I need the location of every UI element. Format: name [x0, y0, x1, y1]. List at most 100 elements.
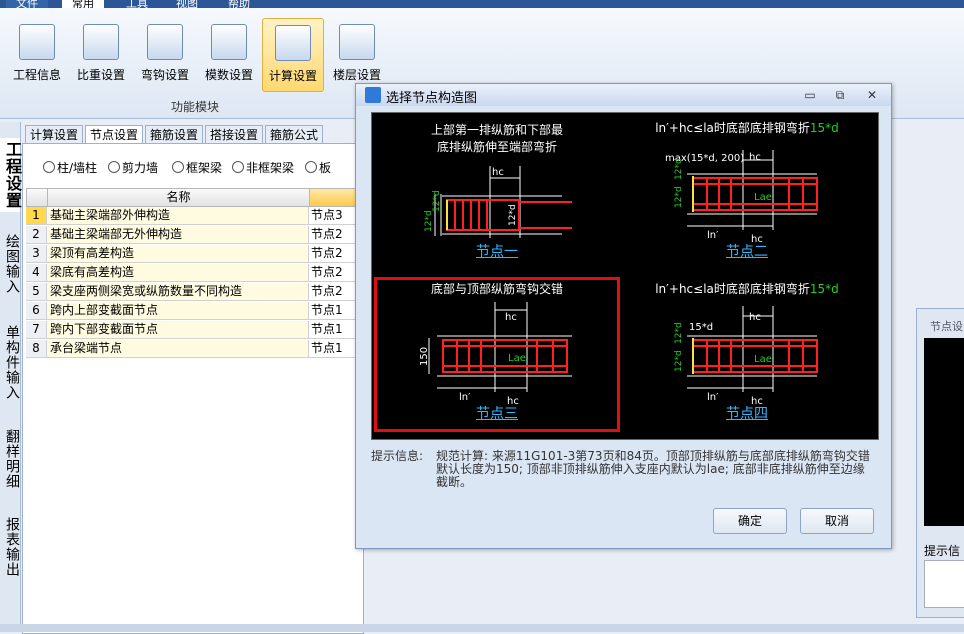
gravity-settings-button[interactable]: 比重设置 — [71, 18, 131, 90]
dim-hc: hc — [749, 152, 761, 163]
dim-lae: Lae — [508, 353, 526, 364]
node-label[interactable]: 节点二 — [627, 241, 867, 261]
row-index: 2 — [26, 226, 47, 244]
row-index: 3 — [26, 245, 47, 263]
radio-label: 框架梁 — [186, 161, 223, 175]
modulus-settings-label: 模数设置 — [204, 68, 253, 82]
select-node-dialog: 选择节点构造图 ▭ ⧉ ✕ 上部第一排纵筋和下部最 底排纵筋伸至端部弯折 hc … — [355, 83, 892, 549]
dim-ln: ln′ — [707, 230, 719, 241]
gravity-settings-label: 比重设置 — [76, 68, 125, 82]
ok-button[interactable]: 确定 — [713, 508, 787, 534]
tab-lap-settings[interactable]: 搭接设置 — [205, 125, 264, 145]
radio-column[interactable]: 柱/墙柱 — [43, 159, 97, 176]
radio-label: 柱/墙柱 — [57, 161, 98, 175]
dim-12d: 12*d — [674, 158, 684, 180]
side-tab-draw-input[interactable]: 绘图输入 — [0, 226, 20, 302]
minimize-icon[interactable]: ▭ — [802, 87, 818, 103]
dim-lae: Lae — [754, 354, 772, 365]
menu-tools[interactable]: 工具 — [116, 0, 158, 8]
node-preview-hint-box — [924, 560, 964, 608]
node-label[interactable]: 节点一 — [377, 241, 617, 261]
row-name: 梁顶有高差构造 — [47, 245, 309, 263]
header-name: 名称 — [47, 188, 310, 207]
cancel-button[interactable]: 取消 — [800, 508, 874, 534]
row-index: 5 — [26, 283, 47, 301]
project-info-button[interactable]: 工程信息 — [7, 18, 67, 90]
row-value[interactable]: 节点2 — [309, 264, 360, 282]
hint-text: 规范计算: 来源11G101-3第73页和84页。顶部顶排纵筋与底部底排纵筋弯钩… — [436, 449, 870, 489]
side-tab-project-settings[interactable]: 工程设置 — [0, 138, 22, 212]
menu-bar: 文件 常用 工具 视图 帮助 — [0, 0, 964, 8]
header-value — [309, 188, 361, 207]
side-tab-single-component-input[interactable]: 单构件输入 — [0, 316, 20, 408]
layers-icon — [339, 24, 375, 60]
node-label[interactable]: 节点四 — [627, 403, 867, 423]
side-tab-layout-detail[interactable]: 翻样明细 — [0, 422, 20, 496]
row-value[interactable]: 节点2 — [309, 245, 360, 263]
row-value[interactable]: 节点1 — [309, 302, 360, 320]
node-option-2[interactable]: ln′+hc≤la时底部底排钢弯折15*d max(15*d, 200) hc … — [624, 115, 870, 270]
radio-label: 剪力墙 — [122, 161, 159, 175]
row-value[interactable]: 节点2 — [309, 283, 360, 301]
menu-view[interactable]: 视图 — [166, 0, 208, 8]
app-icon — [365, 87, 381, 103]
radio-non-frame-beam[interactable]: 非框架梁 — [232, 159, 294, 176]
tab-calc-settings[interactable]: 计算设置 — [25, 125, 84, 145]
dim-12d: 12*d — [674, 322, 684, 344]
status-bar — [0, 624, 964, 632]
modulus-settings-button[interactable]: 模数设置 — [199, 18, 259, 90]
node-option-4[interactable]: ln′+hc≤la时底部底排钢弯折15*d 15*d hc Lae 12*d 1… — [624, 277, 870, 432]
row-index: 4 — [26, 264, 47, 282]
dim-ln: ln′ — [707, 392, 719, 403]
row-value[interactable]: 节点3 — [309, 207, 360, 225]
menu-file[interactable]: 文件 — [6, 0, 48, 8]
restore-icon[interactable]: ⧉ — [832, 87, 848, 103]
radio-circle — [232, 161, 244, 173]
project-info-icon — [19, 24, 55, 60]
node-label[interactable]: 节点三 — [377, 403, 617, 423]
dim-15d: 15*d — [689, 322, 713, 333]
node-preview-canvas — [924, 338, 964, 526]
calc-settings-label: 计算设置 — [268, 69, 317, 83]
close-icon[interactable]: ✕ — [864, 87, 880, 103]
menu-help[interactable]: 帮助 — [218, 0, 260, 8]
dim-hc: hc — [492, 167, 504, 178]
row-name: 基础主梁端部无外伸构造 — [47, 226, 309, 244]
hook-settings-button[interactable]: 弯钩设置 — [135, 18, 195, 90]
node-option-1[interactable]: 上部第一排纵筋和下部最 底排纵筋伸至端部弯折 hc 12*d 12*d 12*d… — [374, 115, 620, 270]
row-value[interactable]: 节点1 — [309, 321, 360, 339]
radio-frame-beam[interactable]: 框架梁 — [172, 159, 222, 176]
radio-label: 板 — [319, 161, 332, 175]
calc-settings-button[interactable]: 计算设置 — [262, 18, 324, 92]
node-diagram-grid: 上部第一排纵筋和下部最 底排纵筋伸至端部弯折 hc 12*d 12*d 12*d… — [371, 112, 879, 440]
dialog-title: 选择节点构造图 — [386, 91, 478, 106]
project-info-label: 工程信息 — [12, 68, 61, 82]
radio-shear-wall[interactable]: 剪力墙 — [108, 159, 158, 176]
dim-12d: 12*d — [674, 350, 684, 372]
dim-12d: 12*d — [674, 186, 684, 208]
dim-150: 150 — [419, 347, 430, 366]
balance-icon — [83, 24, 119, 60]
row-value[interactable]: 节点1 — [309, 340, 360, 358]
ribbon-group-label: 功能模块 — [170, 100, 219, 114]
menu-common[interactable]: 常用 — [62, 0, 104, 8]
dim-ln: ln′ — [459, 392, 471, 403]
radio-slab[interactable]: 板 — [305, 159, 331, 176]
tab-node-settings[interactable]: 节点设置 — [85, 125, 144, 145]
modulus-gear-icon — [211, 24, 247, 60]
dim-12d: 12*d — [432, 190, 442, 212]
node-preview-hint-label: 提示信 — [924, 544, 961, 558]
tab-stirrup-settings[interactable]: 箍筋设置 — [145, 125, 204, 145]
node-option-3[interactable]: 底部与顶部纵筋弯钩交错 hc 150 Lae ln′ hc 节点三 — [374, 277, 620, 432]
floor-settings-button[interactable]: 楼层设置 — [327, 18, 387, 90]
tab-stirrup-formula[interactable]: 箍筋公式 — [265, 125, 324, 145]
hook-settings-label: 弯钩设置 — [140, 68, 189, 82]
dialog-titlebar[interactable]: 选择节点构造图 ▭ ⧉ ✕ — [356, 84, 891, 106]
side-tab-report-output[interactable]: 报表输出 — [0, 510, 20, 584]
hook-gear-icon — [147, 24, 183, 60]
header-index — [26, 188, 48, 207]
row-value[interactable]: 节点2 — [309, 226, 360, 244]
dim-hc: hc — [505, 312, 517, 323]
radio-circle — [108, 161, 120, 173]
calculator-gear-icon — [275, 25, 311, 61]
